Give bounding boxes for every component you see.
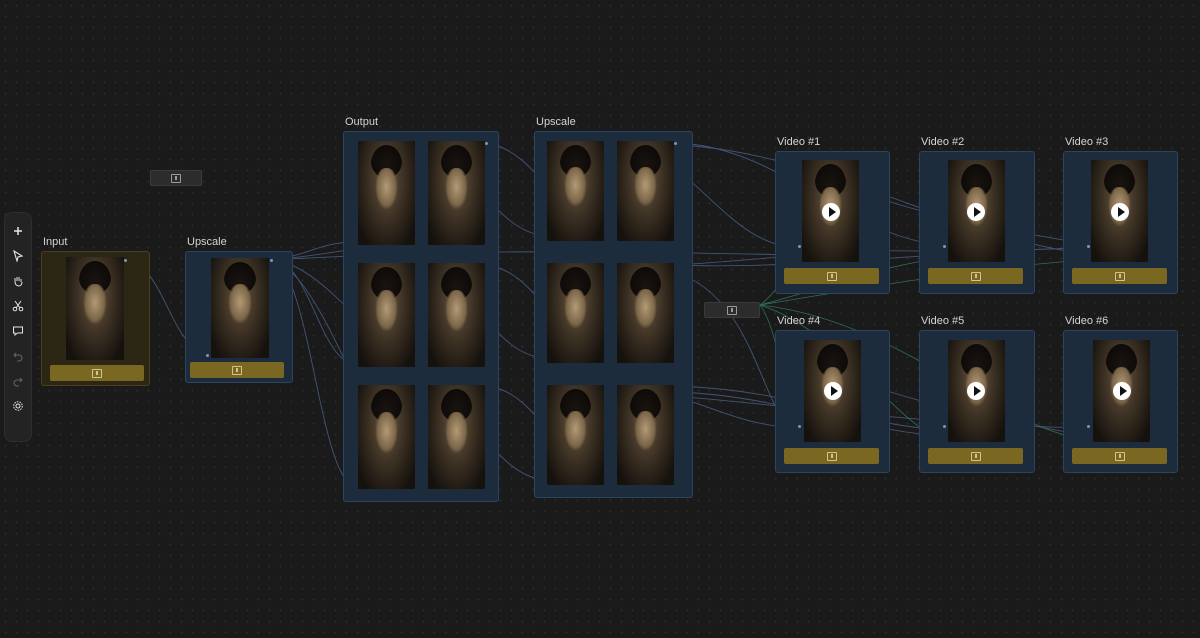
upscaled-image (211, 258, 269, 358)
node-title-input: Input (43, 236, 68, 248)
text-icon (727, 305, 737, 315)
text-icon (970, 271, 981, 281)
text-node-button[interactable] (704, 302, 760, 318)
text-icon (171, 173, 181, 183)
input-image (66, 257, 124, 360)
upscaled-image (617, 141, 674, 241)
upscaled-image (617, 385, 674, 485)
output-port[interactable] (674, 142, 677, 145)
run-button[interactable] (1072, 448, 1167, 464)
run-button[interactable] (50, 365, 144, 381)
play-icon[interactable] (1111, 203, 1129, 221)
node-title-video-6: Video #6 (1065, 315, 1109, 327)
text-node-button[interactable] (150, 170, 202, 186)
input-port[interactable] (206, 354, 209, 357)
play-icon[interactable] (1113, 382, 1131, 400)
node-title-video-2: Video #2 (921, 136, 965, 148)
play-icon[interactable] (967, 203, 985, 221)
text-icon (826, 451, 837, 461)
video-node-6[interactable] (1063, 330, 1178, 473)
output-image (358, 263, 415, 367)
text-icon (970, 451, 981, 461)
node-title-video-4: Video #4 (777, 315, 821, 327)
cut-tool[interactable] (7, 294, 29, 318)
input-port[interactable] (1087, 245, 1090, 248)
settings-icon (13, 401, 23, 411)
output-image (428, 263, 485, 367)
comment-icon (13, 326, 23, 337)
text-icon (1114, 271, 1125, 281)
text-icon (92, 368, 102, 378)
canvas-toolbar (4, 212, 32, 442)
undo-icon (13, 352, 23, 362)
hand-icon (14, 277, 23, 287)
node-title-output: Output (345, 116, 379, 128)
scissors-icon (12, 300, 24, 312)
run-button[interactable] (784, 268, 879, 284)
output-node[interactable] (343, 131, 499, 502)
text-icon (826, 271, 837, 281)
play-icon[interactable] (822, 203, 840, 221)
node-title-upscale: Upscale (536, 116, 576, 128)
input-port[interactable] (943, 245, 946, 248)
run-button[interactable] (928, 268, 1023, 284)
hand-tool[interactable] (7, 269, 29, 293)
input-port[interactable] (798, 245, 801, 248)
run-button[interactable] (784, 448, 879, 464)
output-port[interactable] (485, 142, 488, 145)
redo-icon (13, 377, 23, 387)
node-title-upscale: Upscale (187, 236, 227, 248)
redo-tool[interactable] (7, 369, 29, 393)
upscaled-image (547, 385, 604, 485)
comment-tool[interactable] (7, 319, 29, 343)
output-image (358, 385, 415, 489)
node-title-video-3: Video #3 (1065, 136, 1109, 148)
undo-tool[interactable] (7, 344, 29, 368)
upscale-node[interactable] (534, 131, 693, 498)
output-image (428, 141, 485, 245)
upscaled-image (547, 141, 604, 241)
add-tool[interactable] (7, 219, 29, 243)
settings-tool[interactable] (7, 394, 29, 418)
output-image (428, 385, 485, 489)
output-port[interactable] (270, 259, 273, 262)
play-icon[interactable] (824, 382, 842, 400)
run-button[interactable] (1072, 268, 1167, 284)
run-button[interactable] (190, 362, 284, 378)
input-port[interactable] (943, 425, 946, 428)
input-port[interactable] (798, 425, 801, 428)
upscale-node[interactable] (185, 251, 293, 383)
input-node[interactable] (41, 251, 150, 386)
video-node-1[interactable] (775, 151, 890, 294)
output-port[interactable] (124, 259, 127, 262)
video-node-2[interactable] (919, 151, 1035, 294)
video-node-5[interactable] (919, 330, 1035, 473)
video-node-3[interactable] (1063, 151, 1178, 294)
node-title-video-5: Video #5 (921, 315, 965, 327)
video-node-4[interactable] (775, 330, 890, 473)
pointer-icon (13, 250, 24, 262)
select-tool[interactable] (7, 244, 29, 268)
text-icon (232, 365, 242, 375)
play-icon[interactable] (967, 382, 985, 400)
add-icon (14, 227, 22, 235)
upscaled-image (617, 263, 674, 363)
output-image (358, 141, 415, 245)
run-button[interactable] (928, 448, 1023, 464)
upscaled-image (547, 263, 604, 363)
input-port[interactable] (1087, 425, 1090, 428)
text-icon (1114, 451, 1125, 461)
node-title-video-1: Video #1 (777, 136, 821, 148)
